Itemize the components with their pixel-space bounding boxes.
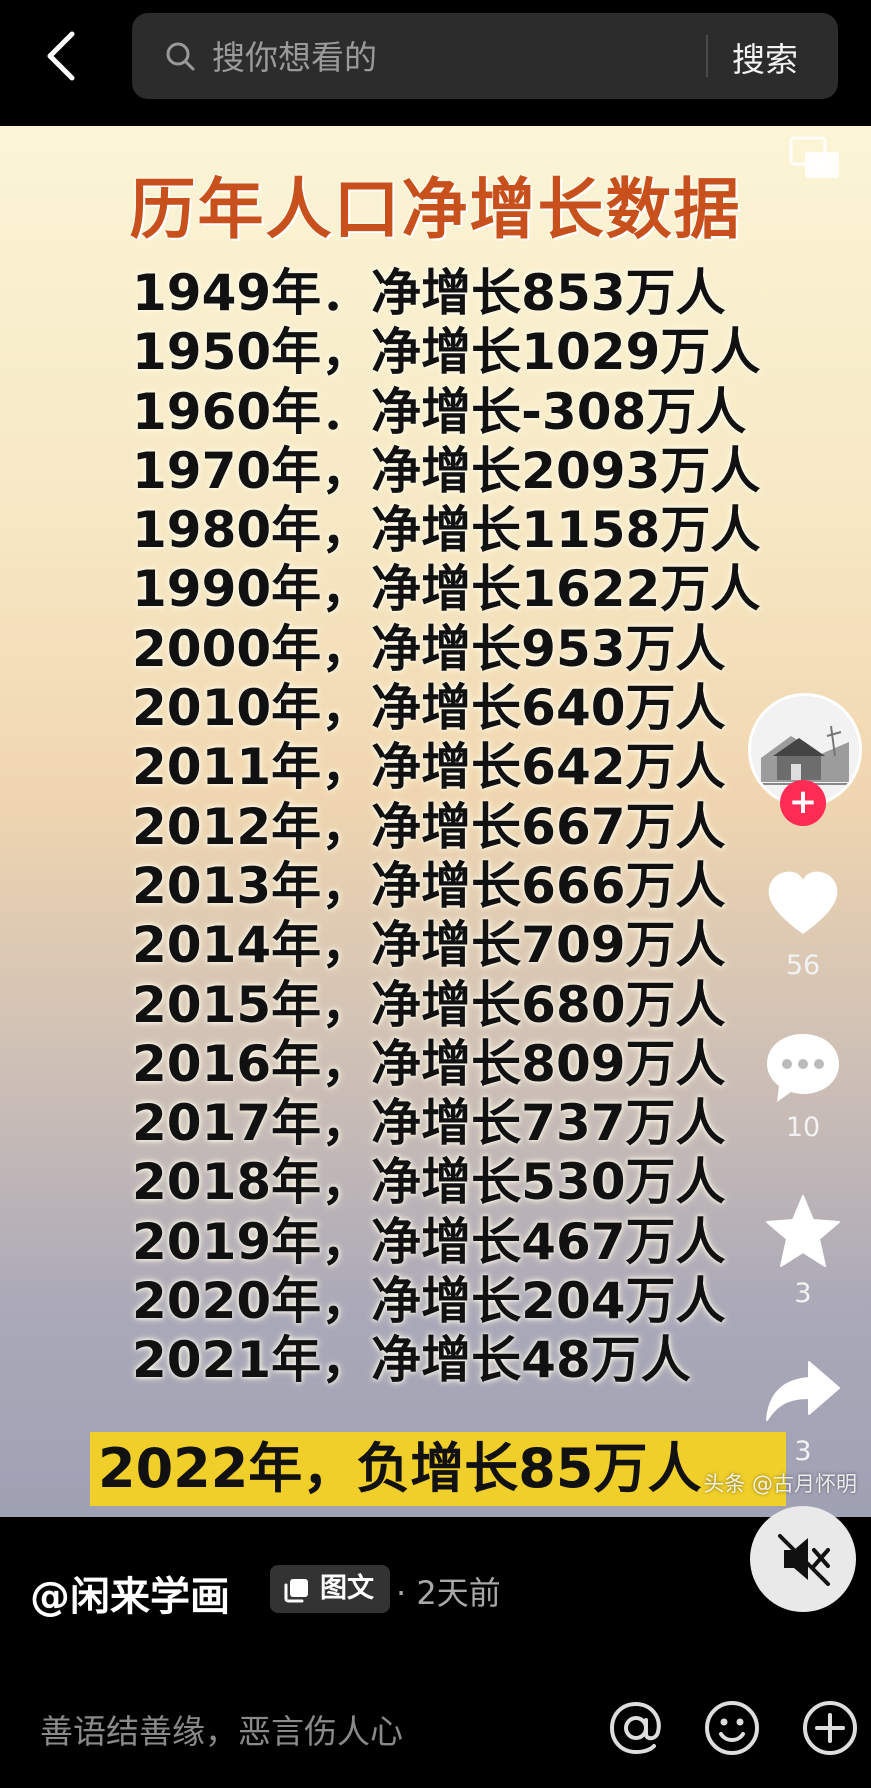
data-row: 2000年，净增长953万人	[132, 619, 726, 678]
plus-icon: +	[788, 782, 818, 822]
heart-icon[interactable]	[765, 868, 841, 940]
share-icon[interactable]	[765, 1358, 841, 1424]
data-row: 2019年，净增长467万人	[132, 1212, 726, 1271]
mute-button[interactable]	[750, 1506, 856, 1612]
highlight-row: 2022年，负增长85万人	[90, 1432, 786, 1506]
data-row: 2020年，净增长204万人	[132, 1272, 726, 1331]
search-bar[interactable]: 搜索	[132, 13, 838, 99]
search-input[interactable]	[210, 29, 814, 85]
data-row: 2018年，净增长530万人	[132, 1153, 726, 1212]
author-name[interactable]: @闲来学画	[30, 1564, 230, 1622]
follow-button[interactable]: +	[780, 780, 826, 826]
share-count: 3	[794, 1436, 812, 1467]
comment-input[interactable]	[38, 1700, 602, 1762]
comment-count: 10	[785, 1112, 821, 1143]
data-row: 1980年，净增长1158万人	[132, 501, 761, 560]
at-icon[interactable]	[606, 1698, 666, 1758]
like-count: 56	[785, 950, 821, 981]
search-divider	[706, 35, 708, 77]
data-row: 1960年．净增长-308万人	[132, 382, 747, 441]
data-row: 2010年，净增长640万人	[132, 679, 726, 738]
data-row: 2017年，净增长737万人	[132, 1094, 726, 1153]
add-icon[interactable]	[800, 1698, 860, 1758]
image-headline: 历年人口净增长数据	[129, 171, 742, 248]
top-bar: 搜索	[0, 0, 871, 126]
watermark: 头条 @古月怀明	[703, 1472, 857, 1496]
post-time: · 2天前	[396, 1574, 501, 1612]
data-row: 2016年，净增长809万人	[132, 1034, 726, 1093]
back-icon[interactable]	[40, 28, 84, 84]
data-row: 2013年，净增长666万人	[132, 856, 726, 915]
data-row: 1949年．净增长853万人	[132, 264, 726, 322]
data-row: 2012年，净增长667万人	[132, 797, 726, 856]
post-type-tag: 图文	[270, 1565, 390, 1613]
star-icon[interactable]	[765, 1194, 841, 1268]
favorite-count: 3	[794, 1278, 812, 1309]
emoji-icon[interactable]	[702, 1698, 762, 1758]
data-rows: 1949年．净增长853万人 1950年，净增长1029万人 1960年．净增长…	[132, 264, 760, 1391]
comment-icon[interactable]	[765, 1030, 841, 1106]
data-row: 2014年，净增长709万人	[132, 916, 726, 975]
search-icon	[166, 42, 195, 71]
data-row: 1950年，净增长1029万人	[132, 323, 761, 382]
data-row: 2021年，净增长48万人	[132, 1331, 691, 1390]
image-text-icon	[284, 1579, 308, 1603]
search-button[interactable]: 搜索	[732, 33, 798, 81]
comment-bar	[0, 1680, 871, 1788]
data-row: 1970年，净增长2093万人	[132, 441, 761, 500]
data-row: 1990年，净增长1622万人	[132, 560, 761, 619]
data-row: 2011年，净增长642万人	[132, 738, 726, 797]
post-image[interactable]: 历年人口净增长数据 1949年．净增长853万人 1950年，净增长1029万人…	[0, 126, 871, 1517]
mute-icon	[778, 1534, 830, 1586]
post-type-label: 图文	[320, 1573, 374, 1604]
data-row: 2015年，净增长680万人	[132, 975, 726, 1034]
